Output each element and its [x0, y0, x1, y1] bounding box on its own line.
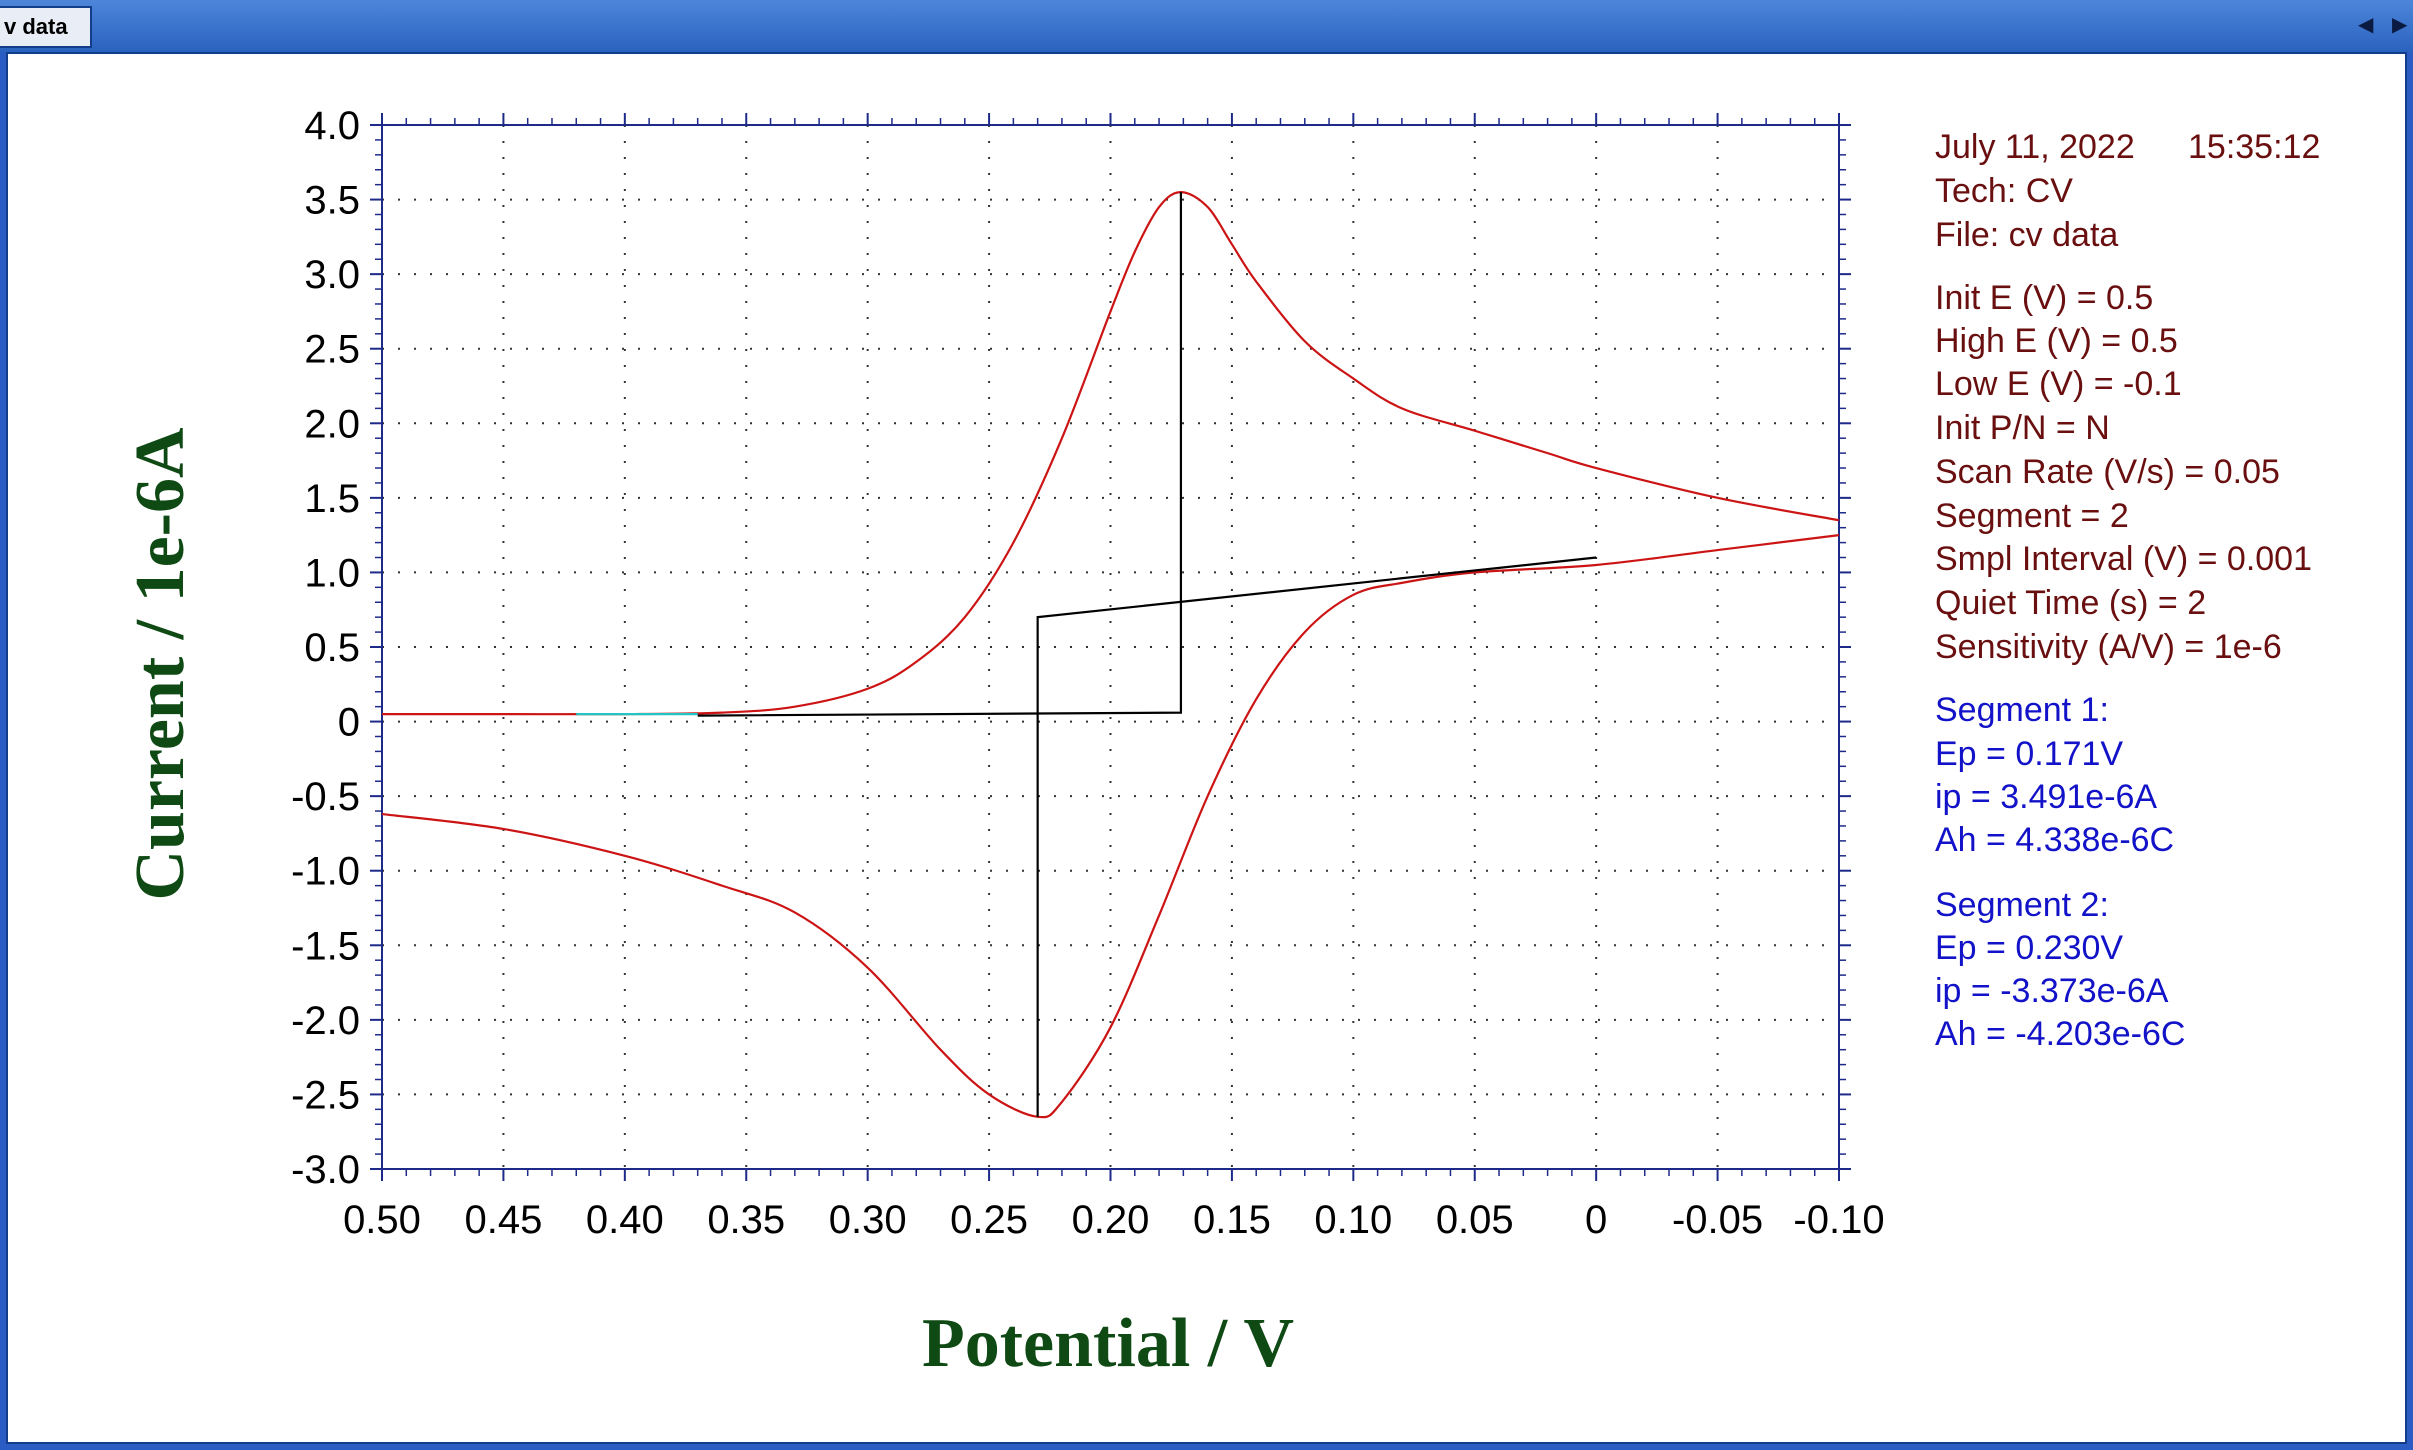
tick-marks [370, 113, 1851, 1181]
segment-1-ip: ip = 3.491e-6A [1935, 778, 2157, 816]
y-tick-label: -1.0 [291, 850, 360, 894]
info-init-e: Init E (V) = 0.5 [1935, 279, 2153, 317]
x-tick-label: 0.20 [1072, 1198, 1150, 1242]
segment-1-ep: Ep = 0.171V [1935, 735, 2123, 773]
y-tick-label: 3.0 [304, 253, 360, 297]
info-time: 15:35:12 [2188, 128, 2320, 166]
tab-cv-data[interactable]: v data [0, 6, 92, 48]
gridlines [382, 125, 1839, 1169]
y-tick-label: 2.0 [304, 402, 360, 446]
x-tick-label: -0.10 [1793, 1198, 1884, 1242]
x-tick-label: 0.40 [586, 1198, 664, 1242]
y-tick-label: 0.5 [304, 626, 360, 670]
info-file: File: cv data [1935, 216, 2118, 254]
segment-2-title: Segment 2: [1935, 886, 2109, 924]
chart-panel: 0.50 0.45 0.40 0.35 0.30 0.25 0.20 0.15 0.10 0.05… [6, 52, 2407, 1444]
series-peak-baseline-1 [697, 192, 1183, 717]
y-tick-label: -2.0 [291, 999, 360, 1043]
info-panel: July 11, 2022 15:35:12 Tech: CV File: cv… [1935, 128, 2320, 1053]
x-tick-label: 0.50 [343, 1198, 421, 1242]
cv-chart: 0.50 0.45 0.40 0.35 0.30 0.25 0.20 0.15 0.10 0.05… [122, 104, 2320, 1382]
y-tick-label: 4.0 [304, 104, 360, 148]
y-tick-label: -1.5 [291, 924, 360, 968]
y-tick-label: -2.5 [291, 1073, 360, 1117]
y-tick-label: 2.5 [304, 328, 360, 372]
y-tick-label: 1.0 [304, 551, 360, 595]
info-tech: Tech: CV [1935, 172, 2073, 210]
segment-2-ep: Ep = 0.230V [1935, 929, 2123, 967]
window-titlebar: v data ◀ ▶ [0, 0, 2413, 52]
x-tick-label: -0.05 [1672, 1198, 1763, 1242]
x-tick-label: 0.05 [1436, 1198, 1514, 1242]
info-high-e: High E (V) = 0.5 [1935, 322, 2178, 360]
info-date: July 11, 2022 [1935, 128, 2135, 166]
info-init-pn: Init P/N = N [1935, 409, 2110, 447]
x-tick-label: 0.10 [1314, 1198, 1392, 1242]
x-tick-label: 0 [1585, 1198, 1607, 1242]
x-tick-label: 0.15 [1193, 1198, 1271, 1242]
series-peak-baseline-2 [1036, 556, 1597, 1117]
y-tick-label: 3.5 [304, 179, 360, 223]
y-tick-label: 1.5 [304, 477, 360, 521]
y-tick-label: 0 [338, 701, 360, 745]
segment-1-title: Segment 1: [1935, 691, 2109, 729]
info-segment: Segment = 2 [1935, 497, 2129, 535]
info-smpl-interval: Smpl Interval (V) = 0.001 [1935, 540, 2312, 578]
y-tick-label: -0.5 [291, 775, 360, 819]
x-tick-label: 0.30 [829, 1198, 907, 1242]
x-tick-label: 0.45 [464, 1198, 542, 1242]
y-tick-label: -3.0 [291, 1148, 360, 1192]
info-scan-rate: Scan Rate (V/s) = 0.05 [1935, 453, 2280, 491]
scroll-left-icon[interactable]: ◀ [2358, 10, 2373, 40]
x-axis-title: Potential / V [922, 1305, 1294, 1382]
x-tick-label: 0.25 [950, 1198, 1028, 1242]
scroll-right-icon[interactable]: ▶ [2392, 10, 2407, 40]
segment-2-ip: ip = -3.373e-6A [1935, 972, 2169, 1010]
y-axis-title: Current / 1e-6A [122, 427, 199, 900]
plot-frame [381, 124, 1840, 1170]
info-low-e: Low E (V) = -0.1 [1935, 365, 2182, 403]
info-sensitivity: Sensitivity (A/V) = 1e-6 [1935, 628, 2282, 666]
segment-2-ah: Ah = -4.203e-6C [1935, 1015, 2185, 1053]
info-quiet-time: Quiet Time (s) = 2 [1935, 584, 2206, 622]
x-tick-label: 0.35 [707, 1198, 785, 1242]
segment-1-ah: Ah = 4.338e-6C [1935, 821, 2174, 859]
